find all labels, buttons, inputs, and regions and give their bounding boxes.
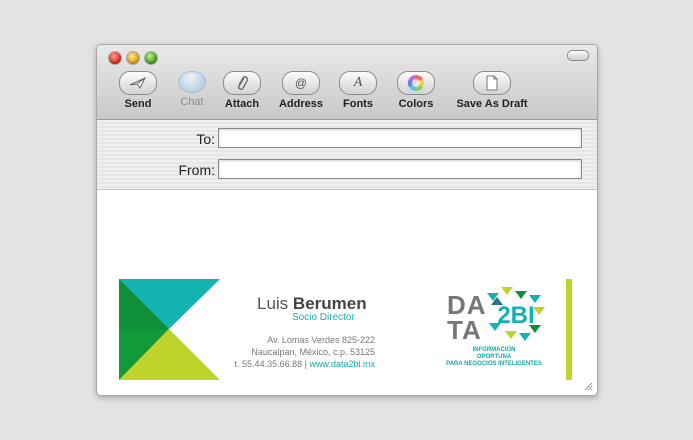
send-label: Send xyxy=(124,98,152,110)
address-label: Address xyxy=(278,98,324,110)
chat-button[interactable]: Chat xyxy=(173,71,211,108)
draft-document-icon xyxy=(473,71,511,95)
at-icon: @ xyxy=(282,71,320,95)
accent-bar xyxy=(566,279,572,380)
chat-label: Chat xyxy=(180,96,204,108)
to-field[interactable] xyxy=(218,128,582,148)
attach-button[interactable]: Attach xyxy=(219,71,265,110)
signature-name: Luis Berumen xyxy=(257,294,367,314)
save-as-draft-label: Save As Draft xyxy=(456,98,528,110)
logo-ta: TA xyxy=(447,315,482,345)
from-field[interactable] xyxy=(218,159,582,179)
to-label: To: xyxy=(196,131,215,147)
font-icon: A xyxy=(339,71,377,95)
minimize-window-button[interactable] xyxy=(127,52,139,64)
address-line1: Av. Lomas Verdes 825-222 xyxy=(267,335,375,345)
color-wheel-icon xyxy=(397,71,435,95)
email-signature: Luis Berumen Socio Director Av. Lomas Ve… xyxy=(119,279,575,381)
attach-label: Attach xyxy=(224,98,260,110)
resize-grip-icon[interactable] xyxy=(583,381,593,391)
message-body[interactable]: Luis Berumen Socio Director Av. Lomas Ve… xyxy=(97,190,597,395)
phone-number: t. 55.44.35.66.88 | xyxy=(234,359,307,369)
paperclip-icon xyxy=(223,71,261,95)
logo-2bi-text: 2BI xyxy=(497,302,534,329)
signature-title: Socio Director xyxy=(292,312,355,323)
website-link[interactable]: www.data2bi.mx xyxy=(309,359,375,369)
close-window-button[interactable] xyxy=(109,52,121,64)
message-headers: To: From: xyxy=(97,120,597,190)
address-line2: Naucalpan, México, c.p. 53125 xyxy=(251,347,375,357)
colors-button[interactable]: Colors xyxy=(393,71,439,110)
send-button[interactable]: Send xyxy=(114,71,162,110)
geometric-logo-graphic xyxy=(119,279,220,380)
last-name: Berumen xyxy=(292,294,367,313)
first-name: Luis xyxy=(257,294,289,313)
chat-icon xyxy=(178,71,206,93)
save-as-draft-button[interactable]: Save As Draft xyxy=(450,71,534,110)
contact-line: t. 55.44.35.66.88 | www.data2bi.mx xyxy=(235,359,375,369)
colors-label: Colors xyxy=(398,98,434,110)
from-label: From: xyxy=(178,162,215,178)
tagline-line1: INFORMACIÓN xyxy=(472,347,516,353)
fonts-button[interactable]: A Fonts xyxy=(335,71,381,110)
logo-2bi-mosaic: 2BI xyxy=(487,287,545,341)
send-icon xyxy=(119,71,157,95)
tagline-line3: PARA NEGOCIOS INTELIGENTES xyxy=(446,361,542,367)
data2bi-logo: DA TA xyxy=(447,292,487,345)
compose-window: Send Chat Attach @ Address A Fonts Color… xyxy=(96,44,598,396)
address-button[interactable]: @ Address xyxy=(275,71,327,110)
fonts-label: Fonts xyxy=(343,98,373,110)
toolbar-toggle-button[interactable] xyxy=(567,50,589,61)
toolbar: Send Chat Attach @ Address A Fonts Color… xyxy=(97,45,597,120)
zoom-window-button[interactable] xyxy=(145,52,157,64)
logo-tagline: INFORMACIÓN OPORTUNA PARA NEGOCIOS INTEL… xyxy=(430,347,558,368)
tagline-line2: OPORTUNA xyxy=(476,354,512,360)
